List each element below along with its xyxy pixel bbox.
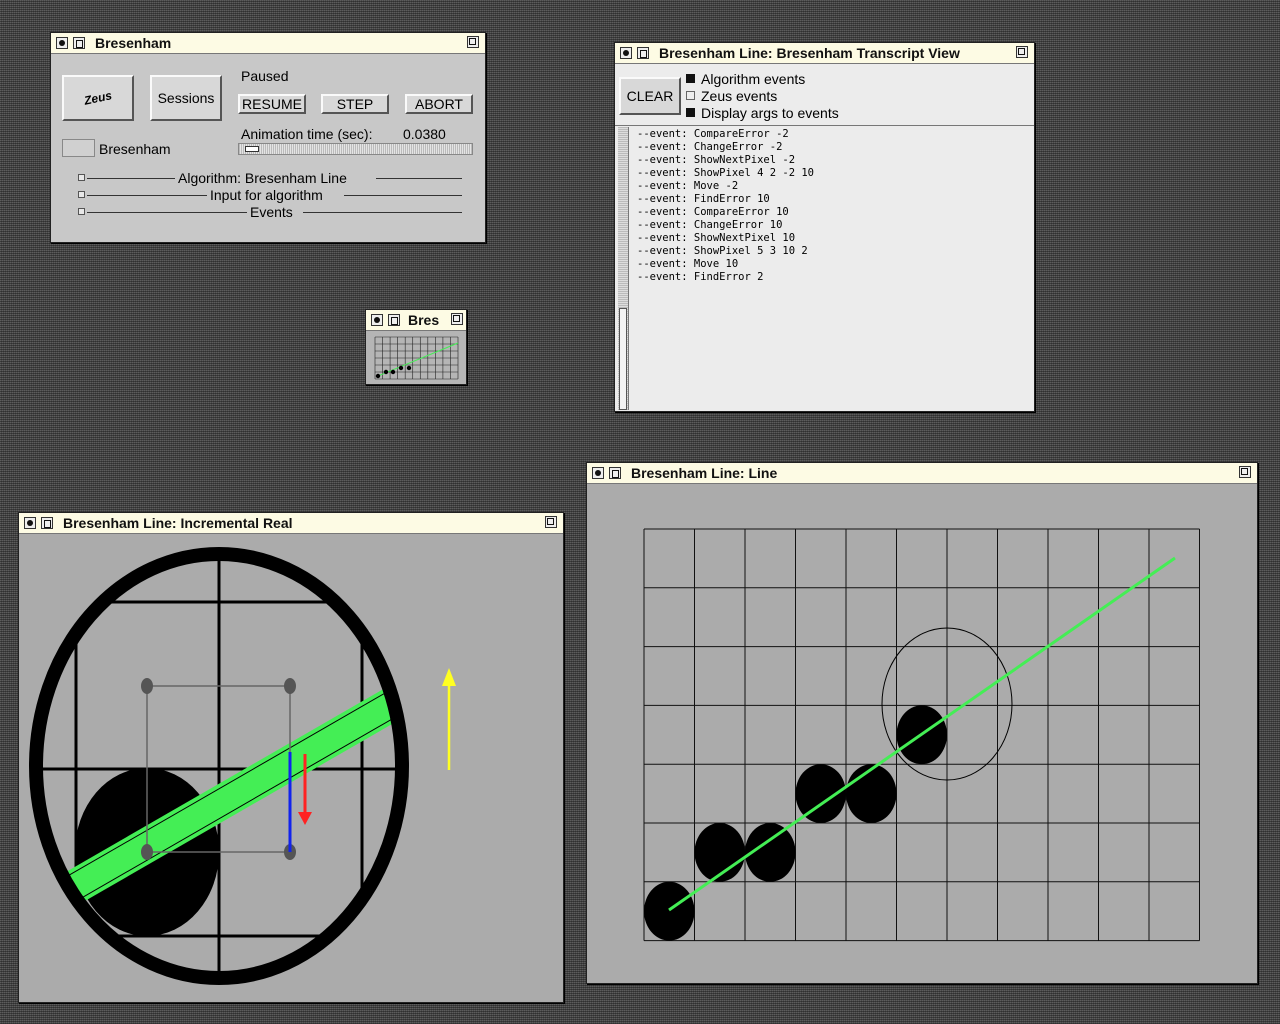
window-title: Bresenham Line: Incremental Real — [63, 515, 293, 531]
window-menu-icon[interactable] — [609, 467, 621, 479]
maximize-icon[interactable] — [467, 36, 479, 48]
mini-view-titlebar[interactable]: Bres — [366, 310, 466, 331]
algorithm-events-label[interactable]: Algorithm events — [701, 71, 805, 87]
zeus-logo-button[interactable]: Zeus — [62, 75, 134, 121]
maximize-icon[interactable] — [545, 516, 557, 528]
zeus-events-label[interactable]: Zeus events — [701, 88, 777, 104]
maximize-icon[interactable] — [451, 313, 463, 325]
section-algorithm-label[interactable]: Algorithm: Bresenham Line — [178, 170, 347, 186]
divider — [615, 125, 1034, 126]
animation-time-value: 0.0380 — [403, 126, 446, 142]
error-arrow-head — [298, 812, 312, 825]
transcript-line: --event: ShowNextPixel -2 — [637, 154, 796, 166]
transcript-line: --event: ChangeError 10 — [637, 219, 783, 231]
maximize-icon[interactable] — [1016, 46, 1028, 58]
candidate-point — [141, 678, 153, 694]
divider — [87, 212, 247, 213]
transcript-line: --event: CompareError -2 — [637, 128, 789, 140]
window-menu-icon[interactable] — [73, 37, 85, 49]
divider — [376, 178, 462, 179]
maximize-icon[interactable] — [1239, 466, 1251, 478]
control-panel-window: Bresenham Zeus Sessions Paused RESUME ST… — [50, 32, 486, 243]
window-menu-icon[interactable] — [637, 47, 649, 59]
transcript-scrollbar[interactable] — [618, 127, 629, 410]
transcript-line: --event: ShowNextPixel 10 — [637, 232, 796, 244]
slope-arrow-head — [442, 668, 456, 686]
window-title: Bresenham Line: Bresenham Transcript Vie… — [659, 45, 960, 61]
algorithm-name: Bresenham — [99, 141, 171, 157]
close-icon[interactable] — [620, 47, 632, 59]
divider — [303, 212, 462, 213]
scrollbar-thumb[interactable] — [619, 308, 627, 410]
line-view-window: Bresenham Line: Line — [586, 462, 1258, 984]
section-input-label[interactable]: Input for algorithm — [210, 187, 323, 203]
transcript-window: Bresenham Line: Bresenham Transcript Vie… — [614, 42, 1035, 412]
mini-view-window: Bres — [365, 309, 467, 385]
line-canvas[interactable] — [587, 484, 1255, 982]
resume-button[interactable]: RESUME — [238, 94, 306, 114]
control-panel-titlebar[interactable]: Bresenham — [51, 33, 485, 54]
slider-thumb[interactable] — [245, 146, 259, 152]
mini-line-preview[interactable] — [366, 331, 466, 384]
transcript-line: --event: Move 10 — [637, 258, 739, 270]
transcript-line: --event: CompareError 10 — [637, 206, 789, 218]
window-menu-icon[interactable] — [388, 314, 400, 326]
plotted-pixel — [644, 881, 695, 941]
incremental-view-window: Bresenham Line: Incremental Real — [18, 512, 564, 1003]
divider — [344, 195, 462, 196]
abort-button[interactable]: ABORT — [405, 94, 473, 114]
window-title: Bres — [408, 312, 440, 328]
transcript-titlebar[interactable]: Bresenham Line: Bresenham Transcript Vie… — [615, 43, 1034, 64]
line-view-titlebar[interactable]: Bresenham Line: Line — [587, 463, 1257, 484]
close-icon[interactable] — [371, 314, 383, 326]
transcript-line: --event: ShowPixel 4 2 -2 10 — [637, 167, 815, 179]
algorithm-events-checkbox[interactable] — [686, 74, 695, 83]
transcript-log[interactable]: --event: CompareError -2 --event: ChangeE… — [637, 128, 1030, 409]
transcript-line: --event: Move -2 — [637, 180, 739, 192]
divider — [87, 195, 207, 196]
window-title: Bresenham — [95, 35, 172, 51]
close-icon[interactable] — [56, 37, 68, 49]
transcript-line: --event: ShowPixel 5 3 10 2 — [637, 245, 808, 257]
animation-time-label: Animation time (sec): — [241, 126, 373, 142]
window-title: Bresenham Line: Line — [631, 465, 778, 481]
transcript-line: --event: FindError 2 — [637, 271, 764, 283]
candidate-point — [284, 678, 296, 694]
transcript-line: --event: FindError 10 — [637, 193, 770, 205]
status-text: Paused — [241, 68, 289, 84]
section-toggle-algorithm[interactable] — [78, 174, 85, 181]
sessions-button[interactable]: Sessions — [150, 75, 222, 121]
candidate-point — [141, 844, 153, 860]
section-toggle-events[interactable] — [78, 208, 85, 215]
incremental-canvas[interactable] — [19, 534, 561, 1001]
divider — [87, 178, 175, 179]
transcript-line: --event: ChangeError -2 — [637, 141, 783, 153]
display-args-checkbox[interactable] — [686, 108, 695, 117]
clear-button[interactable]: CLEAR — [619, 77, 681, 115]
display-args-label[interactable]: Display args to events — [701, 105, 839, 121]
step-button[interactable]: STEP — [321, 94, 389, 114]
plotted-pixel — [846, 764, 897, 823]
close-icon[interactable] — [24, 517, 36, 529]
close-icon[interactable] — [592, 467, 604, 479]
zeus-logo: Zeus — [82, 88, 114, 108]
zeus-events-checkbox[interactable] — [686, 91, 695, 100]
section-events-label[interactable]: Events — [250, 204, 293, 220]
window-menu-icon[interactable] — [41, 517, 53, 529]
algorithm-selector-box[interactable] — [62, 139, 95, 157]
animation-time-slider[interactable] — [238, 143, 473, 155]
incremental-view-titlebar[interactable]: Bresenham Line: Incremental Real — [19, 513, 563, 534]
section-toggle-input[interactable] — [78, 191, 85, 198]
